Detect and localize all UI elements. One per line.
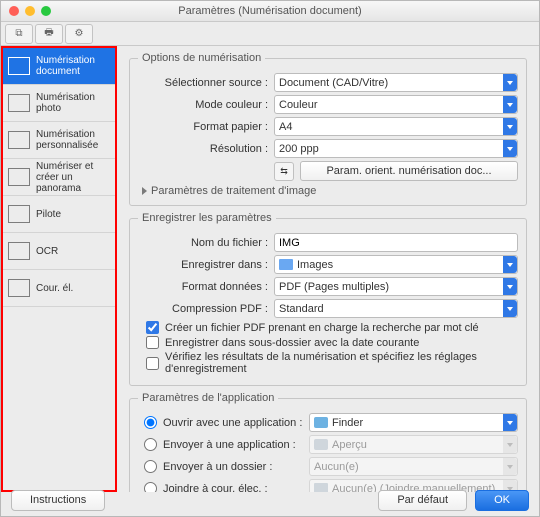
select-send-folder: Aucun(e) [309,457,518,476]
select-send-app: Aperçu [309,435,518,454]
radio-label: Envoyer à une application : [163,439,303,451]
select-paper[interactable]: A4 [274,117,518,136]
sidebar-item-label: Numérisation document [36,55,110,77]
select-resolution[interactable]: 200 ppp [274,139,518,158]
group-save-settings: Enregistrer les paramètres Nom du fichie… [129,212,527,386]
select-open-with[interactable]: Finder [309,413,518,432]
input-filename[interactable] [274,233,518,252]
select-data-format[interactable]: PDF (Pages multiples) [274,277,518,296]
driver-icon [8,205,30,223]
instructions-button[interactable]: Instructions [11,490,105,511]
sidebar-item-label: Numérisation personnalisée [36,129,110,151]
folder-icon [279,259,293,270]
sidebar: Numérisation document Numérisation photo… [1,46,117,492]
label-filename: Nom du fichier : [138,237,268,249]
group-title: Enregistrer les paramètres [138,212,276,224]
sidebar-item-label: Cour. él. [36,283,73,294]
sidebar-item-email[interactable]: Cour. él. [3,270,115,307]
tool-scan-device-icon[interactable]: 🖶 [35,24,63,44]
label-resolution: Résolution : [138,143,268,155]
check-verify-results[interactable] [146,357,159,370]
document-icon [8,57,30,75]
group-scan-options: Options de numérisation Sélectionner sou… [129,52,527,206]
disclosure-image-processing[interactable]: Paramètres de traitement d'image [142,185,518,197]
label-paper: Format papier : [138,121,268,133]
photo-icon [8,94,30,112]
custom-icon [8,131,30,149]
label-source: Sélectionner source : [138,77,268,89]
sidebar-item-label: Pilote [36,209,61,220]
main-content: Options de numérisation Sélectionner sou… [117,46,539,492]
window-title: Paramètres (Numérisation document) [1,5,539,17]
radio-label: Envoyer à un dossier : [163,461,303,473]
sidebar-item-custom[interactable]: Numérisation personnalisée [3,122,115,159]
sidebar-item-driver[interactable]: Pilote [3,196,115,233]
ocr-icon [8,242,30,260]
sidebar-item-ocr[interactable]: OCR [3,233,115,270]
check-label: Créer un fichier PDF prenant en charge l… [165,322,479,334]
radio-label: Ouvrir avec une application : [163,417,303,429]
check-label: Vérifiez les résultats de la numérisatio… [165,351,518,375]
select-color[interactable]: Couleur [274,95,518,114]
orientation-settings-button[interactable]: Param. orient. numérisation doc... [300,161,518,181]
sidebar-item-label: OCR [36,246,58,257]
select-source[interactable]: Document (CAD/Vitre) [274,73,518,92]
ok-button[interactable]: OK [475,490,529,511]
sidebar-item-label: Numériser et créer un panorama [36,161,110,194]
check-label: Enregistrer dans sous-dossier avec la da… [165,337,419,349]
select-save-in[interactable]: Images [274,255,518,274]
select-pdf-compression[interactable]: Standard [274,299,518,318]
radio-send-app[interactable] [144,438,157,451]
tool-settings-icon[interactable]: ⚙ [65,24,93,44]
group-title: Paramètres de l'application [138,392,278,404]
tool-scan-pc-icon[interactable]: ⧉ [5,24,33,44]
defaults-button[interactable]: Par défaut [378,490,467,511]
app-icon [314,439,328,450]
label-compression: Compression PDF : [138,303,268,315]
sidebar-item-panorama[interactable]: Numériser et créer un panorama [3,159,115,196]
email-icon [8,279,30,297]
toolbar: ⧉ 🖶 ⚙ [1,22,539,46]
label-color: Mode couleur : [138,99,268,111]
check-keyword-pdf[interactable] [146,321,159,334]
disclosure-triangle-icon [142,187,147,195]
group-app-settings: Paramètres de l'application Ouvrir avec … [129,392,527,492]
titlebar: Paramètres (Numérisation document) [1,1,539,22]
footer: Instructions Par défaut OK [1,488,539,512]
label-format: Format données : [138,281,268,293]
radio-send-folder[interactable] [144,460,157,473]
swap-orientation-button[interactable]: ⇆ [274,162,294,181]
sidebar-item-photo[interactable]: Numérisation photo [3,85,115,122]
check-date-subfolder[interactable] [146,336,159,349]
radio-open-with[interactable] [144,416,157,429]
app-icon [314,417,328,428]
sidebar-item-label: Numérisation photo [36,92,110,114]
sidebar-item-document[interactable]: Numérisation document [3,48,115,85]
panorama-icon [8,168,30,186]
group-title: Options de numérisation [138,52,265,64]
label-savein: Enregistrer dans : [138,259,268,271]
